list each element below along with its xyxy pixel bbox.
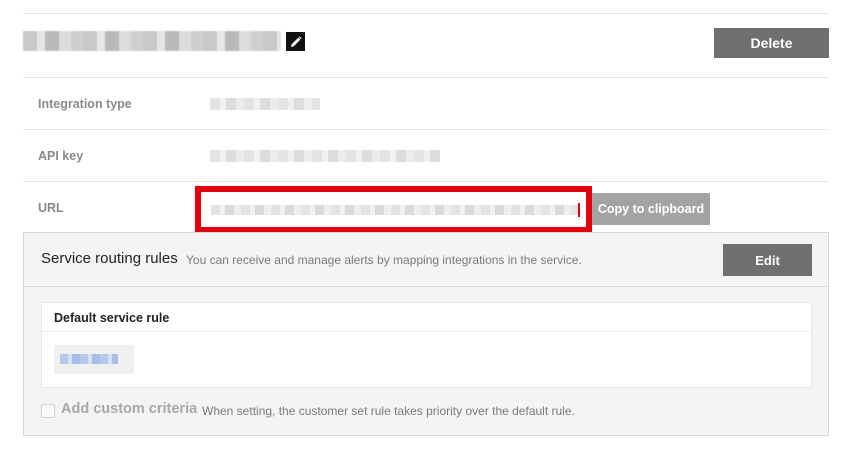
integration-type-value-redacted: [210, 98, 320, 110]
api-key-label: API key: [38, 149, 84, 163]
integration-name-redacted: [23, 31, 281, 51]
api-key-value-redacted: [210, 150, 440, 162]
default-rule-value-redacted: [60, 354, 118, 364]
routing-title: Service routing rules: [41, 250, 178, 267]
top-divider: [23, 13, 828, 14]
default-rule-title: Default service rule: [54, 311, 170, 325]
api-key-row: API key: [23, 129, 828, 181]
service-routing-panel: Service routing rules You can receive an…: [23, 232, 829, 436]
routing-header: Service routing rules You can receive an…: [24, 233, 828, 287]
integration-type-row: Integration type: [23, 77, 828, 129]
pencil-icon[interactable]: [286, 32, 305, 51]
text-cursor: [578, 203, 580, 217]
url-value-redacted: [211, 205, 578, 215]
routing-description: You can receive and manage alerts by map…: [186, 253, 582, 267]
edit-routing-button[interactable]: Edit: [723, 244, 812, 276]
url-highlight-box: [195, 186, 592, 233]
default-rule-header: Default service rule: [42, 303, 811, 332]
delete-button[interactable]: Delete: [714, 28, 829, 58]
add-custom-criteria-checkbox[interactable]: [41, 404, 55, 418]
add-custom-criteria-description: When setting, the customer set rule take…: [202, 404, 575, 418]
copy-to-clipboard-button[interactable]: Copy to clipboard: [592, 193, 710, 225]
default-rule-card: Default service rule: [41, 302, 812, 388]
integration-type-label: Integration type: [38, 97, 132, 111]
integration-header: Delete: [23, 28, 829, 58]
url-field[interactable]: [207, 198, 584, 222]
add-custom-criteria-label[interactable]: Add custom criteria: [61, 401, 197, 417]
url-label: URL: [38, 201, 64, 215]
default-rule-chip[interactable]: [54, 345, 134, 374]
